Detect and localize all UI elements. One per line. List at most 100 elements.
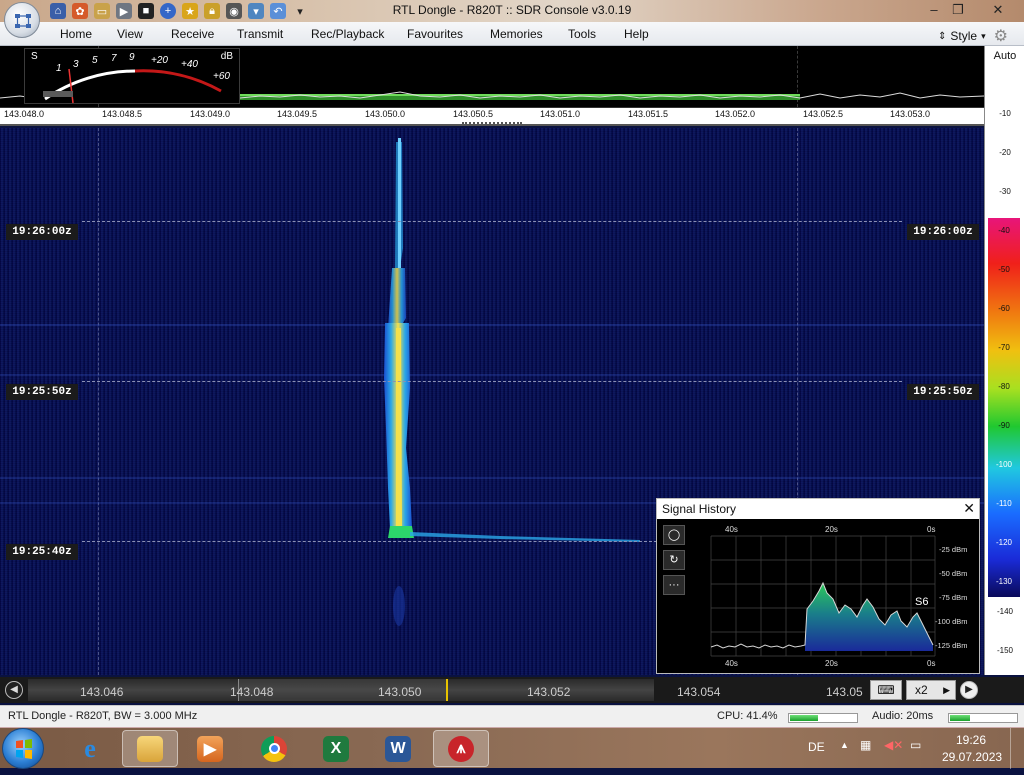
s-scale-1: 1 xyxy=(56,63,62,74)
network-icon[interactable]: ▦ xyxy=(860,738,871,752)
title-bar: ⌂ ✿ ▭ ▶ ■ + ★ 🔒︎ ◉ ▾ ↶ ▾ RTL Dongle - R8… xyxy=(0,0,1024,22)
frequency-axis-divider[interactable] xyxy=(0,122,984,126)
freq-label: 143.052.0 xyxy=(715,109,756,119)
s-scale-9: 9 xyxy=(129,52,135,63)
menu-help[interactable]: Help xyxy=(624,27,649,41)
zoom-select[interactable]: x2 ▶ xyxy=(906,680,956,700)
clock-date[interactable]: 29.07.2023 xyxy=(942,750,1002,764)
menu-favourites[interactable]: Favourites xyxy=(407,27,463,41)
more-options-button[interactable]: ··· xyxy=(663,575,685,595)
timestamp-label: 19:25:50z xyxy=(6,384,78,400)
cpu-status: CPU: 41.4% xyxy=(717,710,778,722)
menu-tools[interactable]: Tools xyxy=(568,27,596,41)
menu-home[interactable]: Home xyxy=(60,27,92,41)
audio-meter xyxy=(948,713,1018,723)
record-button[interactable]: ◯ xyxy=(663,525,685,545)
dbm-label: -125 dBm xyxy=(935,641,968,650)
dbm-label: -100 dBm xyxy=(935,617,968,626)
maximize-button[interactable]: ❐ xyxy=(946,1,970,19)
freq-label: 143.048.5 xyxy=(102,109,143,119)
menu-transmit[interactable]: Transmit xyxy=(237,27,283,41)
app-logo-icon xyxy=(15,14,31,28)
signal-history-header[interactable]: Signal History ✕ xyxy=(657,499,979,519)
signal-history-panel[interactable]: Signal History ✕ ◯ ↻ ··· 40s 20s 0s 40s xyxy=(656,498,980,674)
menu-view[interactable]: View xyxy=(117,27,143,41)
sort-icon: ⇕ xyxy=(938,30,947,42)
tuning-marker[interactable] xyxy=(446,679,448,701)
freq-label: 143.051.5 xyxy=(628,109,669,119)
s-scale-7: 7 xyxy=(111,53,117,64)
reset-button[interactable]: ↻ xyxy=(663,550,685,570)
minimize-button[interactable]: – xyxy=(922,1,946,19)
db-tick: -40 xyxy=(998,226,1010,235)
tuning-bar[interactable]: ◀ 143.046 143.048 143.050 143.052 143.05… xyxy=(0,677,984,703)
db-tick: -150 xyxy=(996,646,1013,655)
db-scale-60: +60 xyxy=(213,71,230,82)
taskbar-chrome[interactable] xyxy=(246,730,302,767)
db-tick: -30 xyxy=(999,187,1011,196)
style-menu[interactable]: ⇕ Style ▾ ⚙ xyxy=(938,26,1008,46)
language-indicator[interactable]: DE xyxy=(808,740,825,754)
power-icon[interactable]: ▭ xyxy=(910,738,921,752)
ribbon-menu-bar: Home View Receive Transmit Rec/Playback … xyxy=(0,22,1024,46)
timestamp-label: 19:25:40z xyxy=(6,544,78,560)
scroll-left-button[interactable]: ◀ xyxy=(5,681,23,699)
radio-tower-icon: ⩚ xyxy=(448,735,474,762)
media-player-icon: ▶ xyxy=(197,735,223,762)
s-scale-5: 5 xyxy=(92,55,98,66)
auto-scale-button[interactable]: Auto xyxy=(985,50,1024,62)
gear-icon[interactable]: ⚙ xyxy=(994,26,1008,46)
freq-label: 143.049.5 xyxy=(277,109,318,119)
close-button[interactable]: ✕ xyxy=(984,1,1012,19)
signal-history-title: Signal History xyxy=(662,502,737,516)
scroll-right-button[interactable]: ▶ xyxy=(960,681,978,699)
s-unit-label: S xyxy=(31,51,38,62)
tuning-bar-end xyxy=(984,677,1024,703)
close-icon[interactable]: ✕ xyxy=(963,500,975,517)
application-menu-button[interactable] xyxy=(4,2,40,38)
freq-label: 143.052.5 xyxy=(803,109,844,119)
time-label: 20s xyxy=(825,659,838,668)
show-desktop-button[interactable] xyxy=(1010,728,1024,769)
dbm-label: -75 dBm xyxy=(939,593,967,602)
taskbar-media-player[interactable]: ▶ xyxy=(182,730,238,767)
db-tick: -90 xyxy=(998,421,1010,430)
db-tick: -130 xyxy=(995,577,1012,586)
chevron-down-icon: ▾ xyxy=(981,30,986,41)
time-label: 0s xyxy=(927,659,935,668)
freq-label: 143.053.0 xyxy=(890,109,931,119)
frequency-axis[interactable]: 143.048.0 143.048.5 143.049.0 143.049.5 … xyxy=(0,108,984,122)
time-label: 0s xyxy=(927,525,935,534)
time-label: 20s xyxy=(825,525,838,534)
db-tick: -100 xyxy=(995,460,1012,469)
windows-taskbar: e ▶ X W ⩚ DE ▲ ▦ ◀✕ ▭ 19:26 29.07.2023 xyxy=(0,727,1024,769)
menu-memories[interactable]: Memories xyxy=(490,27,543,41)
keyboard-button[interactable]: ⌨ xyxy=(870,680,902,700)
drag-handle[interactable] xyxy=(462,122,522,125)
menu-receive[interactable]: Receive xyxy=(171,27,214,41)
color-legend: -40 -50 -60 -70 -80 -90 -100 -110 -120 -… xyxy=(988,218,1020,597)
taskbar-word[interactable]: W xyxy=(370,730,426,767)
clock-time[interactable]: 19:26 xyxy=(956,733,986,747)
taskbar-sdr-console[interactable]: ⩚ xyxy=(433,730,489,767)
timestamp-label: 19:26:00z xyxy=(907,224,979,240)
cpu-meter xyxy=(788,713,858,723)
show-hidden-icons[interactable]: ▲ xyxy=(840,740,849,750)
db-unit-label: dB xyxy=(220,51,233,62)
menu-rec-playback[interactable]: Rec/Playback xyxy=(311,27,384,41)
taskbar-windows-explorer[interactable] xyxy=(122,730,178,767)
time-label: 40s xyxy=(725,525,738,534)
timestamp-label: 19:25:50z xyxy=(907,384,979,400)
chevron-right-icon: ▶ xyxy=(943,685,950,695)
start-button[interactable] xyxy=(2,728,44,769)
chrome-icon xyxy=(261,735,287,762)
dbm-label: -25 dBm xyxy=(939,545,967,554)
taskbar-excel[interactable]: X xyxy=(308,730,364,767)
freq-label: 143.050.0 xyxy=(365,109,406,119)
taskbar-internet-explorer[interactable]: e xyxy=(62,730,118,767)
tuning-label: 143.05 xyxy=(826,685,863,699)
volume-muted-icon[interactable]: ◀✕ xyxy=(884,738,903,752)
s-scale-3: 3 xyxy=(73,59,79,70)
spectrum-display[interactable]: S dB 1 3 5 7 9 +20 +40 +60 xyxy=(0,46,984,108)
dbm-label: -50 dBm xyxy=(939,569,967,578)
